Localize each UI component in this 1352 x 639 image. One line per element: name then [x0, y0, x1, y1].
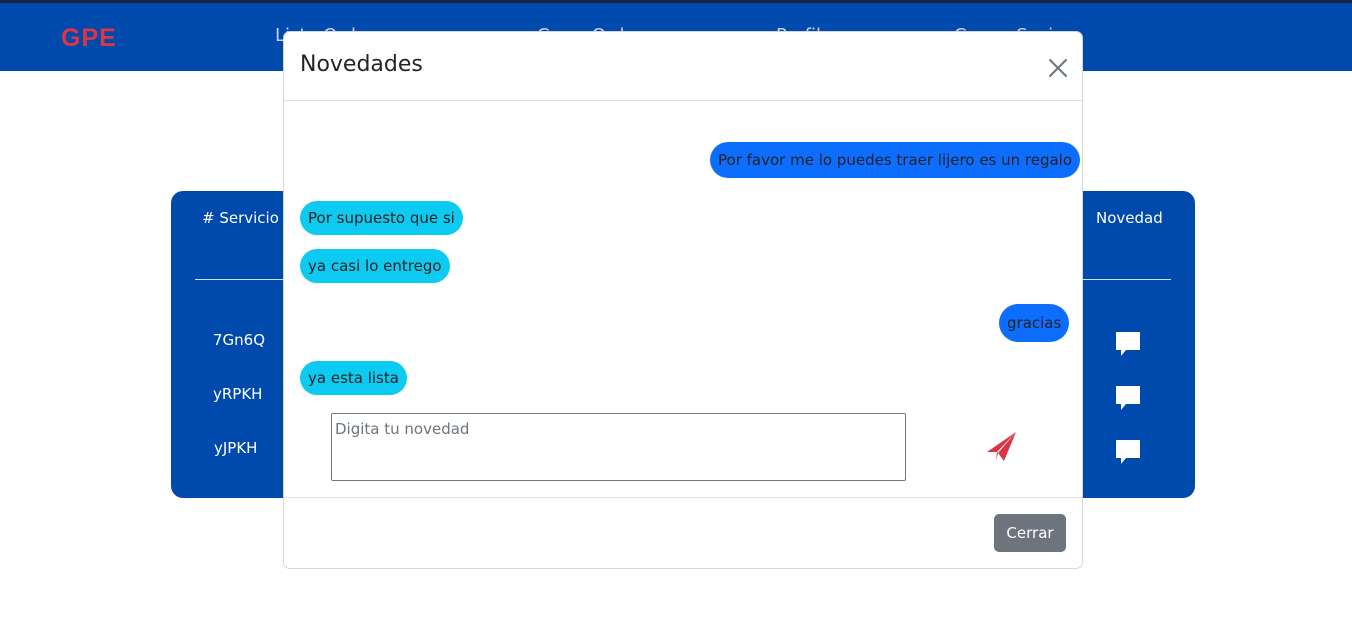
message-sent: Por favor me lo puedes traer lijero es u… — [710, 142, 1081, 178]
modal-title: Novedades — [300, 52, 423, 77]
modal-footer: Cerrar — [284, 497, 1082, 568]
message-received: Por supuesto que si — [300, 201, 463, 235]
novedades-modal: Novedades Por favor me lo puedes traer l… — [283, 31, 1083, 569]
cerrar-button[interactable]: Cerrar — [994, 514, 1066, 552]
modal-header: Novedades — [284, 32, 1082, 101]
close-icon[interactable] — [1046, 56, 1070, 80]
paper-plane-icon[interactable] — [984, 430, 1020, 464]
message-sent: gracias — [999, 304, 1070, 342]
novedad-input[interactable] — [331, 413, 906, 481]
message-received: ya casi lo entrego — [300, 249, 450, 283]
message-received: ya esta lista — [300, 361, 407, 395]
